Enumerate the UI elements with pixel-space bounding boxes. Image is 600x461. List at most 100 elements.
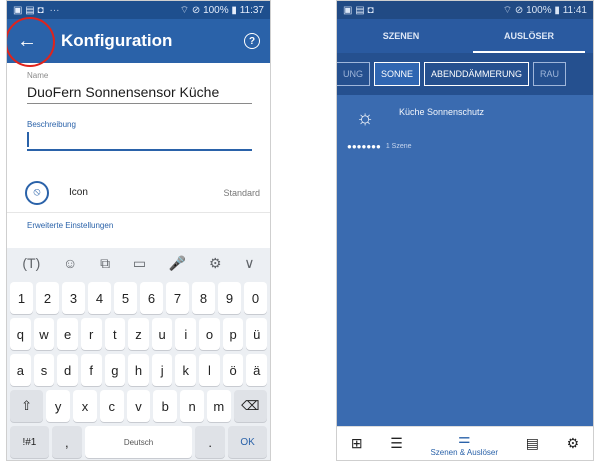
more-notifications-icon: ··· [49, 4, 60, 16]
gif-icon[interactable]: ▭ [133, 255, 146, 272]
sun-icon: ☼ [355, 107, 375, 129]
key[interactable]: j [151, 354, 173, 386]
advanced-settings-link[interactable]: Erweiterte Einstellungen [7, 213, 270, 236]
key[interactable]: 4 [88, 282, 111, 314]
key[interactable]: f [80, 354, 102, 386]
name-label: Name [27, 71, 49, 80]
key[interactable]: u [151, 318, 173, 350]
key[interactable]: 9 [218, 282, 241, 314]
list-icon[interactable]: ☰ [390, 435, 403, 452]
key[interactable]: 7 [166, 282, 189, 314]
keyboard-row-bottom: !#1 , Deutsch . OK [7, 426, 270, 458]
tab-szenen[interactable]: SZENEN [337, 19, 465, 53]
key[interactable]: x [73, 390, 97, 422]
key[interactable]: m [206, 390, 231, 422]
wifi-icon: ⌔ ⊘ [179, 4, 201, 16]
chip-sonne[interactable]: SONNE [374, 62, 421, 86]
grid-icon[interactable]: ⊞ [351, 435, 363, 452]
list-item[interactable]: ☼ Küche Sonnenschutz [337, 95, 593, 140]
key[interactable]: b [153, 390, 178, 422]
clock: 11:37 [239, 4, 264, 16]
key[interactable]: 8 [192, 282, 215, 314]
sticker-icon[interactable]: ⧉ [100, 255, 110, 272]
log-icon[interactable]: ▤ [526, 435, 539, 452]
key[interactable]: 5 [114, 282, 137, 314]
status-bar: ▣ ▤ ◘ ⌔ ⊘ 100% ▮ 11:41 [337, 1, 593, 19]
key[interactable]: k [175, 354, 197, 386]
keyboard-toolbar: (T) ☺ ⧉ ▭ 🎤 ⚙ ∨ [7, 248, 270, 278]
keyboard-row-asdf: a s d f g h j k l ö ä [7, 354, 270, 386]
wifi-icon: ⌔ ⊘ [502, 4, 524, 16]
microphone-icon[interactable]: 🎤 [169, 255, 186, 272]
key[interactable]: t [104, 318, 126, 350]
key[interactable]: y [46, 390, 71, 422]
key[interactable]: q [9, 318, 31, 350]
ok-key[interactable]: OK [228, 426, 267, 458]
sensor-icon: ⦸ [25, 180, 49, 205]
key[interactable]: i [175, 318, 197, 350]
trigger-list: ☼ Küche Sonnenschutz ●●●●●●● 1 Szene [337, 95, 593, 426]
key[interactable]: n [180, 390, 204, 422]
key[interactable]: d [57, 354, 78, 386]
emoji-icon[interactable]: ☺ [63, 255, 77, 271]
bottom-navigation: ⊞ ☰ ⚌ Szenen & Auslöser ▤ ⚙ [337, 426, 593, 460]
notification-icons: ▣ ▤ ◘ [13, 4, 44, 16]
key[interactable]: o [199, 318, 220, 350]
key[interactable]: g [104, 354, 126, 386]
backspace-icon[interactable]: ⌫ [233, 390, 268, 422]
key[interactable]: 2 [36, 282, 59, 314]
tab-ausloeser[interactable]: AUSLÖSER [465, 19, 593, 53]
settings-gear-icon[interactable]: ⚙ [209, 255, 222, 272]
nav-scenes-triggers[interactable]: ⚌ Szenen & Auslöser [430, 430, 498, 457]
key[interactable]: ü [246, 318, 268, 350]
key[interactable]: 6 [140, 282, 163, 314]
keyboard-row-yxcv: ⇧ y x c v b n m ⌫ [7, 390, 270, 422]
chip-rauch[interactable]: RAU [533, 62, 567, 86]
key[interactable]: c [99, 390, 124, 422]
key[interactable]: e [57, 318, 78, 350]
space-key[interactable]: Deutsch [84, 426, 193, 458]
help-icon[interactable]: ? [244, 33, 260, 49]
key[interactable]: l [199, 354, 220, 386]
key[interactable]: 1 [10, 282, 33, 314]
chip-daemmerung[interactable]: UNG [337, 62, 370, 86]
period-key[interactable]: . [195, 426, 226, 458]
nav-label: Szenen & Auslöser [430, 448, 499, 457]
key[interactable]: ö [222, 354, 244, 386]
key[interactable]: a [9, 354, 31, 386]
shift-icon[interactable]: ⇧ [9, 390, 44, 422]
settings-gear-icon[interactable]: ⚙ [567, 435, 580, 452]
key[interactable]: v [126, 390, 151, 422]
battery-level: 100% [203, 4, 229, 16]
key[interactable]: p [222, 318, 244, 350]
sliders-icon: ⚌ [457, 430, 471, 446]
scene-count-row: ●●●●●●● 1 Szene [337, 142, 593, 151]
key[interactable]: z [128, 318, 149, 350]
scene-count: 1 Szene [385, 143, 412, 150]
keyboard-row-qwertz: q w e r t z u i o p ü [7, 318, 270, 350]
chevron-down-icon[interactable]: ∨ [244, 255, 254, 272]
key[interactable]: 0 [244, 282, 267, 314]
key[interactable]: s [33, 354, 55, 386]
key[interactable]: w [33, 318, 55, 350]
configuration-screen: ▣ ▤ ◘ ··· ⌔ ⊘ 100% ▮ 11:37 ← Konfigurati… [6, 0, 271, 461]
name-field: Name DuoFern Sonnensensor Küche [7, 63, 270, 104]
key[interactable]: ä [246, 354, 268, 386]
name-input[interactable]: DuoFern Sonnensensor Küche [27, 80, 252, 104]
comma-key[interactable]: , [51, 426, 82, 458]
icon-label: Icon [69, 187, 88, 198]
symbols-key[interactable]: !#1 [10, 426, 49, 458]
key[interactable]: r [80, 318, 102, 350]
key[interactable]: h [128, 354, 149, 386]
icon-setting-row[interactable]: ⦸ Icon Standard [7, 173, 270, 213]
chip-abenddaemmerung[interactable]: ABENDDÄMMERUNG [424, 62, 530, 86]
page-title: Konfiguration [61, 31, 173, 50]
text-recognition-icon[interactable]: (T) [22, 255, 40, 271]
description-input[interactable] [27, 129, 252, 151]
tab-bar: SZENEN AUSLÖSER [337, 19, 593, 53]
key[interactable]: 3 [62, 282, 85, 314]
clock: 11:41 [562, 4, 587, 16]
icon-value: Standard [223, 187, 260, 198]
trigger-filter-chips: UNG SONNE ABENDDÄMMERUNG RAU [337, 53, 593, 95]
status-bar: ▣ ▤ ◘ ··· ⌔ ⊘ 100% ▮ 11:37 [7, 1, 270, 19]
